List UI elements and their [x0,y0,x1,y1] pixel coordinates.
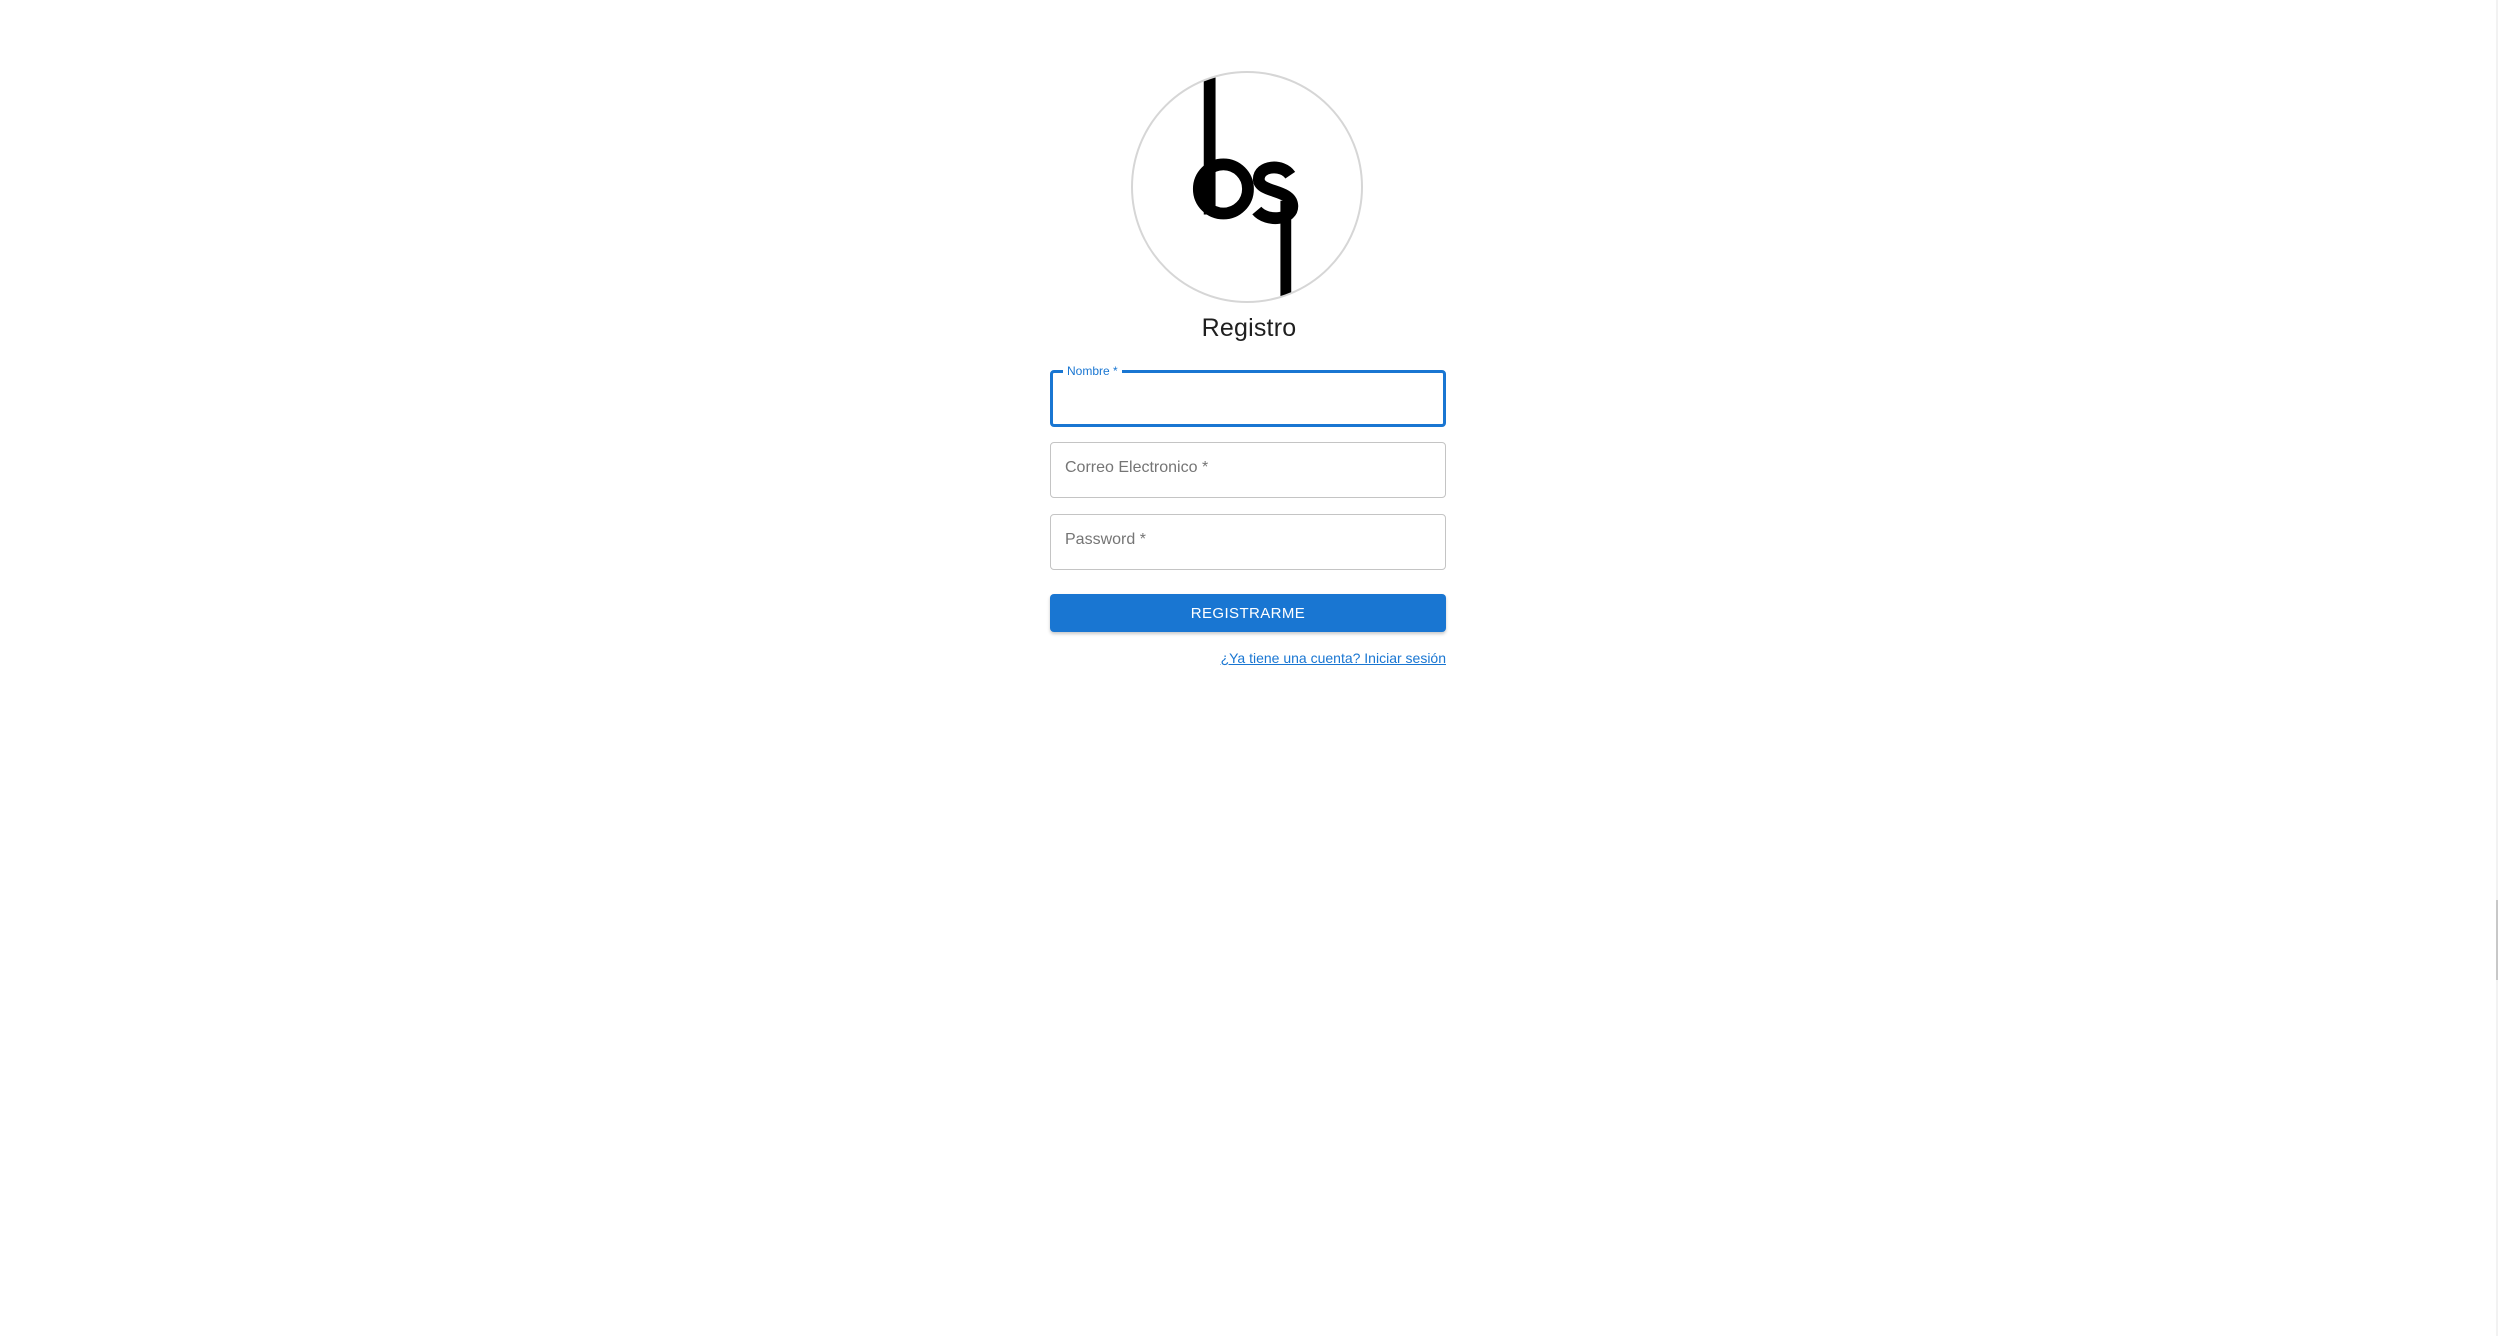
registration-page: Registro Nombre * Correo Electronico * P… [0,0,2498,1336]
page-title: Registro [1201,314,1297,342]
password-input[interactable] [1051,515,1445,569]
ds-logo-icon [1131,71,1363,303]
name-field[interactable]: Nombre * [1050,364,1446,427]
signin-link[interactable]: ¿Ya tiene una cuenta? Iniciar sesión [1221,650,1446,666]
name-input[interactable] [1053,373,1443,424]
email-field[interactable]: Correo Electronico * [1050,442,1446,498]
password-field[interactable]: Password * [1050,514,1446,570]
email-input[interactable] [1051,443,1445,497]
register-button[interactable]: REGISTRARME [1050,594,1446,632]
